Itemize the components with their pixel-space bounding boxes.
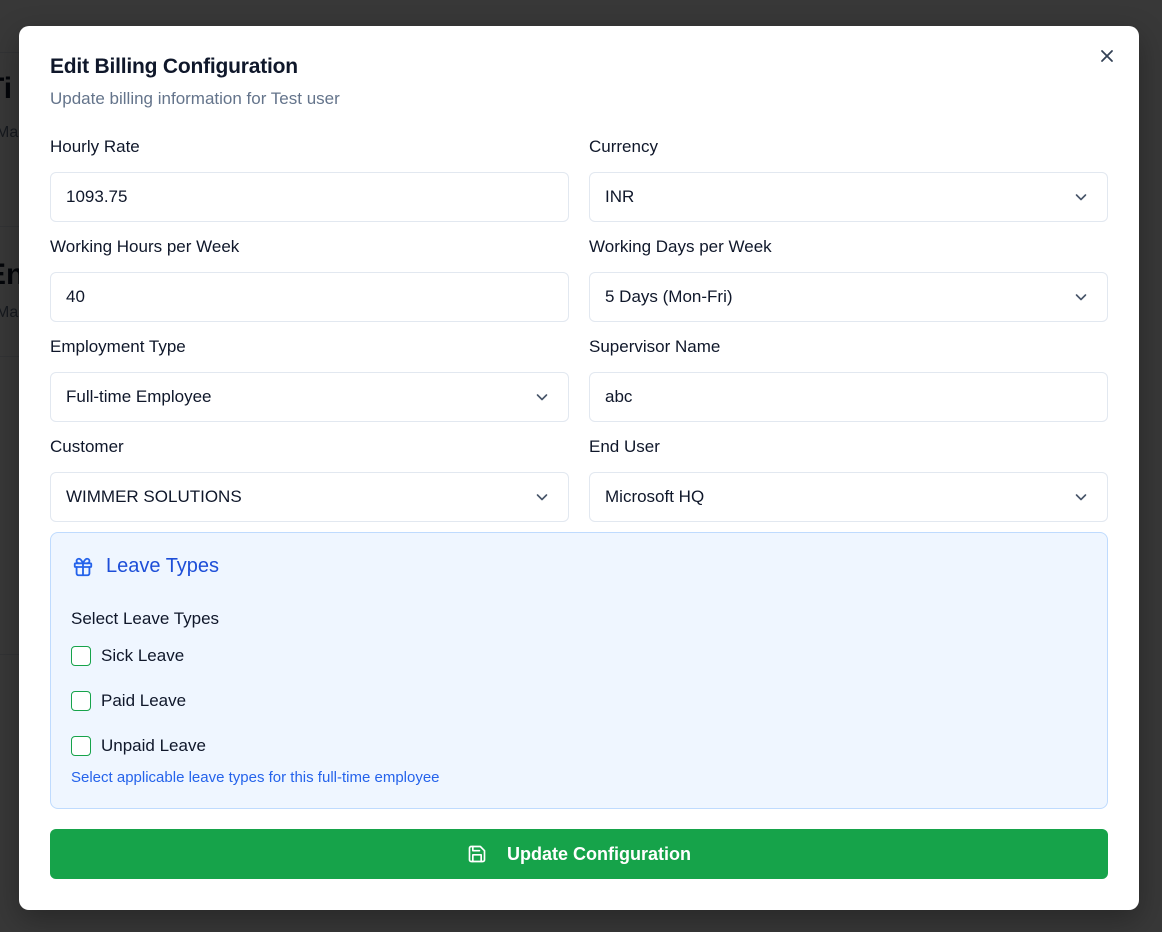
currency-label: Currency <box>589 137 658 156</box>
select-leave-types-label: Select Leave Types <box>71 609 220 628</box>
end-user-label: End User <box>589 437 660 456</box>
currency-select[interactable]: INR <box>589 172 1108 222</box>
currency-value: INR <box>605 187 635 206</box>
end-user-value: Microsoft HQ <box>605 487 705 506</box>
sick-leave-label: Sick Leave <box>101 646 185 665</box>
customer-value: WIMMER SOLUTIONS <box>66 487 242 506</box>
update-configuration-label: Update Configuration <box>507 843 691 864</box>
customer-field: Customer WIMMER SOLUTIONS <box>50 436 569 522</box>
leave-types-panel: Leave Types Select Leave Types Sick Leav… <box>50 532 1108 809</box>
hourly-rate-label: Hourly Rate <box>50 137 140 156</box>
employment-type-select[interactable]: Full-time Employee <box>50 372 569 422</box>
leave-option-paid[interactable]: Paid Leave <box>71 691 186 711</box>
update-configuration-button[interactable]: Update Configuration <box>50 829 1108 879</box>
paid-leave-checkbox[interactable] <box>71 691 91 711</box>
chevron-down-icon <box>1075 294 1087 301</box>
employment-type-value: Full-time Employee <box>66 387 212 406</box>
currency-field: Currency INR <box>589 136 1108 222</box>
customer-select[interactable]: WIMMER SOLUTIONS <box>50 472 569 522</box>
employment-type-field: Employment Type Full-time Employee <box>50 336 569 422</box>
working-hours-label: Working Hours per Week <box>50 237 240 256</box>
working-hours-value: 40 <box>66 287 85 306</box>
leave-types-header: Leave Types <box>72 555 219 578</box>
leave-types-title: Leave Types <box>106 555 220 577</box>
hourly-rate-field: Hourly Rate 1093.75 <box>50 136 569 222</box>
unpaid-leave-checkbox[interactable] <box>71 736 91 756</box>
modal-title: Edit Billing Configuration <box>50 55 298 78</box>
chevron-down-icon <box>1075 494 1087 501</box>
sick-leave-checkbox[interactable] <box>71 646 91 666</box>
supervisor-name-label: Supervisor Name <box>589 337 721 356</box>
supervisor-name-field: Supervisor Name abc <box>589 336 1108 422</box>
hourly-rate-value: 1093.75 <box>66 187 128 206</box>
leave-types-hint: Select applicable leave types for this f… <box>71 769 440 786</box>
working-hours-input[interactable]: 40 <box>50 272 569 322</box>
hourly-rate-input[interactable]: 1093.75 <box>50 172 569 222</box>
close-button[interactable] <box>1097 46 1117 66</box>
gift-icon <box>73 557 93 576</box>
working-days-select[interactable]: 5 Days (Mon-Fri) <box>589 272 1108 322</box>
modal-subtitle: Update billing information for Test user <box>50 89 340 108</box>
working-hours-field: Working Hours per Week 40 <box>50 236 569 322</box>
chevron-down-icon <box>536 494 548 501</box>
leave-option-unpaid[interactable]: Unpaid Leave <box>71 736 206 756</box>
chevron-down-icon <box>536 394 548 401</box>
unpaid-leave-label: Unpaid Leave <box>101 736 206 755</box>
end-user-select[interactable]: Microsoft HQ <box>589 472 1108 522</box>
edit-billing-modal: Edit Billing Configuration Update billin… <box>19 26 1139 910</box>
paid-leave-label: Paid Leave <box>101 691 187 710</box>
chevron-down-icon <box>1075 194 1087 201</box>
end-user-field: End User Microsoft HQ <box>589 436 1108 522</box>
leave-option-sick[interactable]: Sick Leave <box>71 646 184 666</box>
supervisor-name-input[interactable]: abc <box>589 372 1108 422</box>
working-days-label: Working Days per Week <box>589 237 772 256</box>
save-icon <box>468 845 486 863</box>
working-days-value: 5 Days (Mon-Fri) <box>605 287 733 306</box>
close-icon <box>1101 50 1113 62</box>
supervisor-name-value: abc <box>605 387 633 406</box>
employment-type-label: Employment Type <box>50 337 186 356</box>
customer-label: Customer <box>50 437 124 456</box>
working-days-field: Working Days per Week 5 Days (Mon-Fri) <box>589 236 1108 322</box>
